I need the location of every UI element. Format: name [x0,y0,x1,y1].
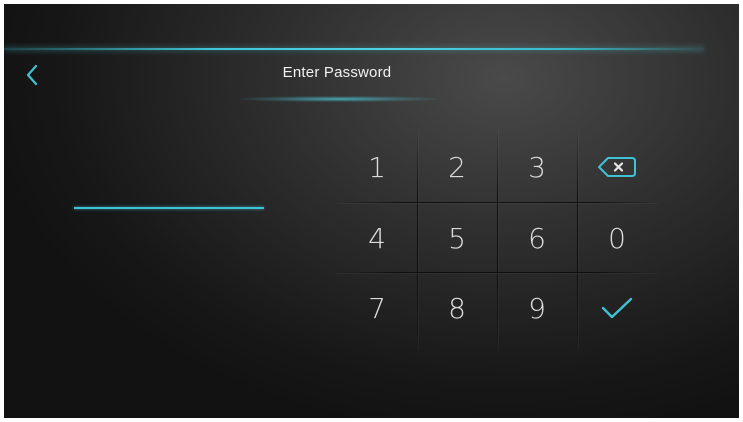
backspace-icon [598,157,636,177]
key-4[interactable]: 4 [337,203,417,273]
back-button[interactable] [20,60,44,90]
key-8[interactable]: 8 [417,273,497,343]
key-7[interactable]: 7 [337,273,417,343]
top-accent-line [4,48,704,50]
title-underline-glow [239,96,439,102]
key-6[interactable]: 6 [497,203,577,273]
password-input[interactable] [74,207,264,209]
key-1[interactable]: 1 [337,132,417,202]
chevron-left-icon [26,64,38,86]
page-title: Enter Password [282,64,392,81]
key-0[interactable]: 0 [577,203,657,273]
checkmark-icon [601,297,633,319]
confirm-button[interactable] [577,273,657,343]
backspace-button[interactable] [577,132,657,202]
key-3[interactable]: 3 [497,132,577,202]
numeric-keypad: 1 2 3 4 5 6 0 7 8 9 [337,130,657,350]
key-2[interactable]: 2 [417,132,497,202]
key-5[interactable]: 5 [417,203,497,273]
password-screen: Enter Password 1 2 3 4 5 6 0 7 8 9 [4,4,739,418]
key-9[interactable]: 9 [497,273,577,343]
